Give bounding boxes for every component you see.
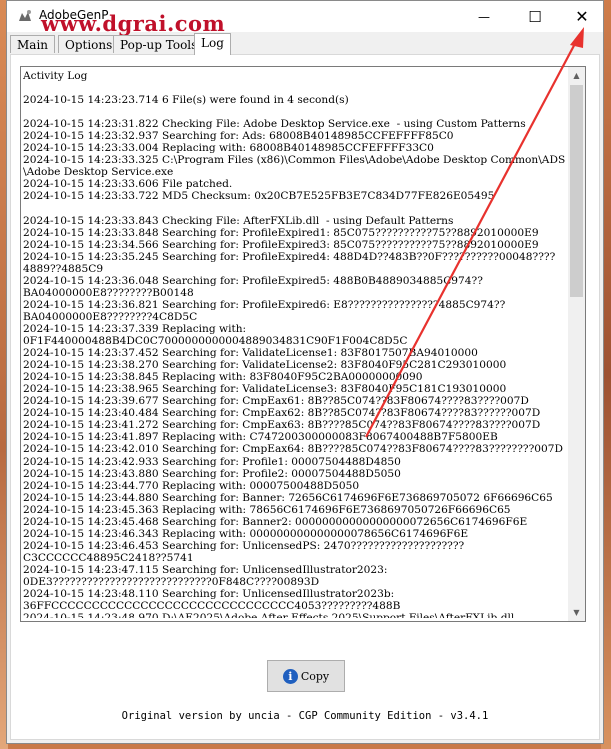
version-footer: Original version by uncia - CGP Communit… [121,710,489,722]
tab-options[interactable]: Options [58,35,120,53]
tab-log[interactable]: Log [194,33,231,55]
minimize-button[interactable]: — [461,1,507,32]
close-button[interactable]: ✕ [559,1,605,32]
scroll-down-arrow-icon[interactable]: ▼ [568,604,585,621]
copy-button[interactable]: i Copy [267,660,345,692]
tab-popup-tools[interactable]: Pop-up Tools [113,35,205,53]
scroll-up-arrow-icon[interactable]: ▲ [568,67,585,84]
app-icon [19,10,31,21]
activity-log-box[interactable]: Activity Log 2024-10-15 14:23:23.714 6 F… [20,66,586,622]
title-bar[interactable]: AdobeGenP www.dgrai.com — ☐ ✕ [7,1,605,36]
scroll-thumb[interactable] [570,85,583,297]
app-window: AdobeGenP www.dgrai.com — ☐ ✕ Main Optio… [6,0,604,744]
close-icon: ✕ [575,7,589,26]
log-panel: Activity Log 2024-10-15 14:23:23.714 6 F… [10,54,600,740]
info-icon: i [282,668,298,684]
tab-main[interactable]: Main [10,35,56,53]
maximize-icon: ☐ [528,7,542,26]
copy-button-label: Copy [300,669,330,683]
tab-strip: Main Options Pop-up Tools Log [7,33,603,55]
maximize-button[interactable]: ☐ [512,1,558,32]
log-scrollbar[interactable]: ▲ ▼ [568,67,585,621]
activity-log-text[interactable]: Activity Log 2024-10-15 14:23:23.714 6 F… [23,70,565,618]
minimize-icon: — [478,9,490,24]
